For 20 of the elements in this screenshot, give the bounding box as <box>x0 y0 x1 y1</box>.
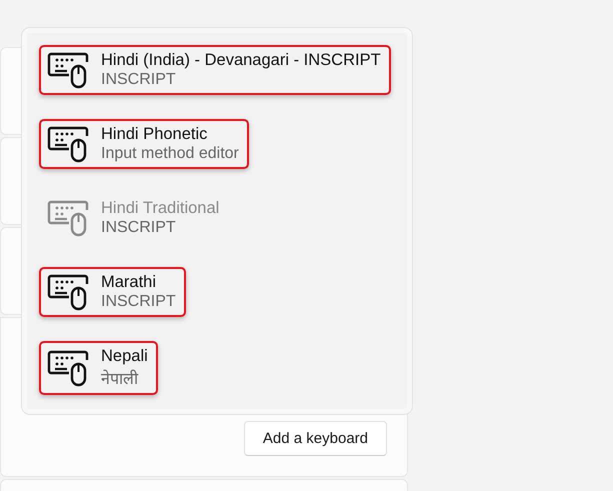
keyboard-name: Nepali <box>101 347 148 366</box>
keyboard-name: Marathi <box>101 273 158 292</box>
keyboard-mouse-icon <box>47 51 89 89</box>
keyboard-option[interactable]: Hindi (India) - Devanagari - INSCRIPT INSCRIPT <box>39 45 391 95</box>
add-keyboard-button[interactable]: Add a keyboard <box>244 421 387 456</box>
keyboard-mouse-icon <box>47 199 89 237</box>
keyboard-option[interactable]: Nepali नेपाली <box>39 341 158 395</box>
keyboard-detail: नेपाली <box>101 368 140 389</box>
keyboard-detail: Input method editor <box>101 145 239 163</box>
keyboard-name: Hindi Phonetic <box>101 125 208 144</box>
keyboard-option[interactable]: Marathi INSCRIPT <box>39 267 186 317</box>
keyboard-detail: INSCRIPT <box>101 293 176 311</box>
keyboard-mouse-icon <box>47 125 89 163</box>
keyboard-detail: INSCRIPT <box>101 71 177 89</box>
keyboard-mouse-icon <box>47 273 89 311</box>
keyboard-name: Hindi Traditional <box>101 199 220 218</box>
keyboard-detail: INSCRIPT <box>101 219 177 237</box>
keyboard-mouse-icon <box>47 349 89 387</box>
keyboard-option[interactable]: Hindi Phonetic Input method editor <box>39 119 249 169</box>
keyboard-name: Hindi (India) - Devanagari - INSCRIPT <box>101 51 381 70</box>
